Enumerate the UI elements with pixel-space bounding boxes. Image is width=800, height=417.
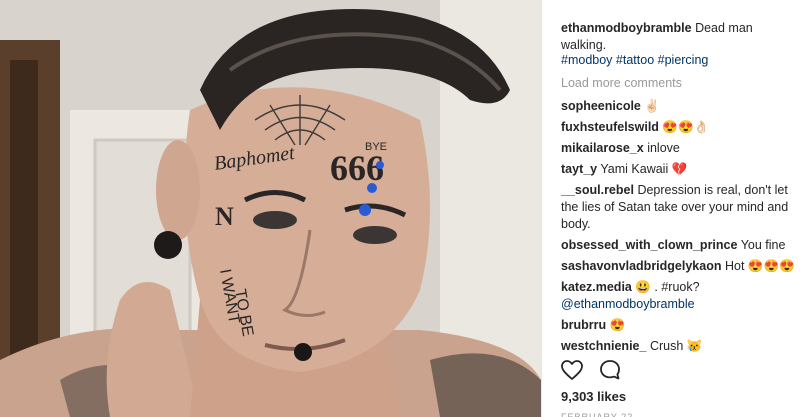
list-item: __soul.rebel Depression is real, don't l… xyxy=(561,182,797,233)
list-item: obsessed_with_clown_prince You fine xyxy=(561,237,797,254)
list-item: mikailarose_x inlove xyxy=(561,140,797,157)
dermal-piercing-2 xyxy=(367,183,377,193)
dermal-piercing-3 xyxy=(376,161,384,169)
comment-text: 😃 . #ruok? xyxy=(635,280,700,294)
tattoo-bye: BYE xyxy=(365,141,387,153)
comment-user[interactable]: fuxhsteufelswild xyxy=(561,120,659,134)
post-photo[interactable]: Baphomet 666 BYE N I WANT TO BE xyxy=(0,0,541,417)
list-item: westchnienie_ Crush 😿 xyxy=(561,338,797,355)
ear-tunnel-icon xyxy=(154,231,182,259)
list-item: katez.media 😃 . #ruok? @ethanmodboybramb… xyxy=(561,279,797,313)
list-item: fuxhsteufelswild 😍😍👌🏻 xyxy=(561,119,797,136)
post-caption: ethanmodboybramble Dead man walking. xyxy=(561,20,797,54)
tattoo-n: N xyxy=(215,202,234,231)
comment-text: inlove xyxy=(647,141,680,155)
comment-text: Yami Kawaii 💔 xyxy=(600,162,688,176)
hashtags: #modboy #tattoo #piercing xyxy=(561,52,708,69)
comment-user[interactable]: brubrru xyxy=(561,318,606,332)
comments-panel: ethanmodboybramble Dead man walking. #mo… xyxy=(542,0,800,417)
comment-text: Crush 😿 xyxy=(649,339,703,353)
caption-author[interactable]: ethanmodboybramble xyxy=(561,21,692,35)
comment-text: Hot 😍😍😍 xyxy=(724,259,795,273)
photo-illustration: Baphomet 666 BYE N I WANT TO BE xyxy=(0,0,541,417)
comment-text: 😍 xyxy=(609,318,626,332)
tattoo-666: 666 xyxy=(330,148,384,188)
hashtag-tattoo[interactable]: #tattoo xyxy=(616,53,654,67)
hashtag-modboy[interactable]: #modboy xyxy=(561,53,612,67)
list-item: brubrru 😍 xyxy=(561,317,797,334)
heart-icon[interactable] xyxy=(560,358,584,382)
comment-mention[interactable]: @ethanmodboybramble xyxy=(561,297,695,311)
list-item: sopheenicole ✌🏻 xyxy=(561,98,797,115)
like-count[interactable]: 9,303 likes xyxy=(561,388,626,405)
comment-text: ✌🏻 xyxy=(644,99,660,113)
comment-user[interactable]: __soul.rebel xyxy=(561,183,634,197)
comment-user[interactable]: sopheenicole xyxy=(561,99,641,113)
post-date: FEBRUARY 22 xyxy=(561,412,634,417)
comment-user[interactable]: mikailarose_x xyxy=(561,141,644,155)
comment-user[interactable]: obsessed_with_clown_prince xyxy=(561,238,737,252)
list-item: tayt_y Yami Kawaii 💔 xyxy=(561,161,797,178)
list-item: sashavonvladbridgelykaon Hot 😍😍😍 xyxy=(561,258,797,275)
comment-user[interactable]: tayt_y xyxy=(561,162,597,176)
post-actions xyxy=(560,358,622,382)
lip-plug-icon xyxy=(294,343,312,361)
comment-text: 😍😍👌🏻 xyxy=(662,120,710,134)
hashtag-piercing[interactable]: #piercing xyxy=(658,53,709,67)
comment-bubble-icon[interactable] xyxy=(598,358,622,382)
left-eye xyxy=(253,211,297,229)
comment-text: You fine xyxy=(740,238,786,252)
load-more-comments-button[interactable]: Load more comments xyxy=(561,75,682,92)
dermal-piercing-1 xyxy=(359,204,371,216)
comment-user[interactable]: sashavonvladbridgelykaon xyxy=(561,259,721,273)
right-eye xyxy=(353,226,397,244)
comment-list: sopheenicole ✌🏻 fuxhsteufelswild 😍😍👌🏻 mi… xyxy=(561,98,797,359)
ear xyxy=(156,140,200,240)
comment-user[interactable]: katez.media xyxy=(561,280,632,294)
comment-user[interactable]: westchnienie_ xyxy=(561,339,646,353)
